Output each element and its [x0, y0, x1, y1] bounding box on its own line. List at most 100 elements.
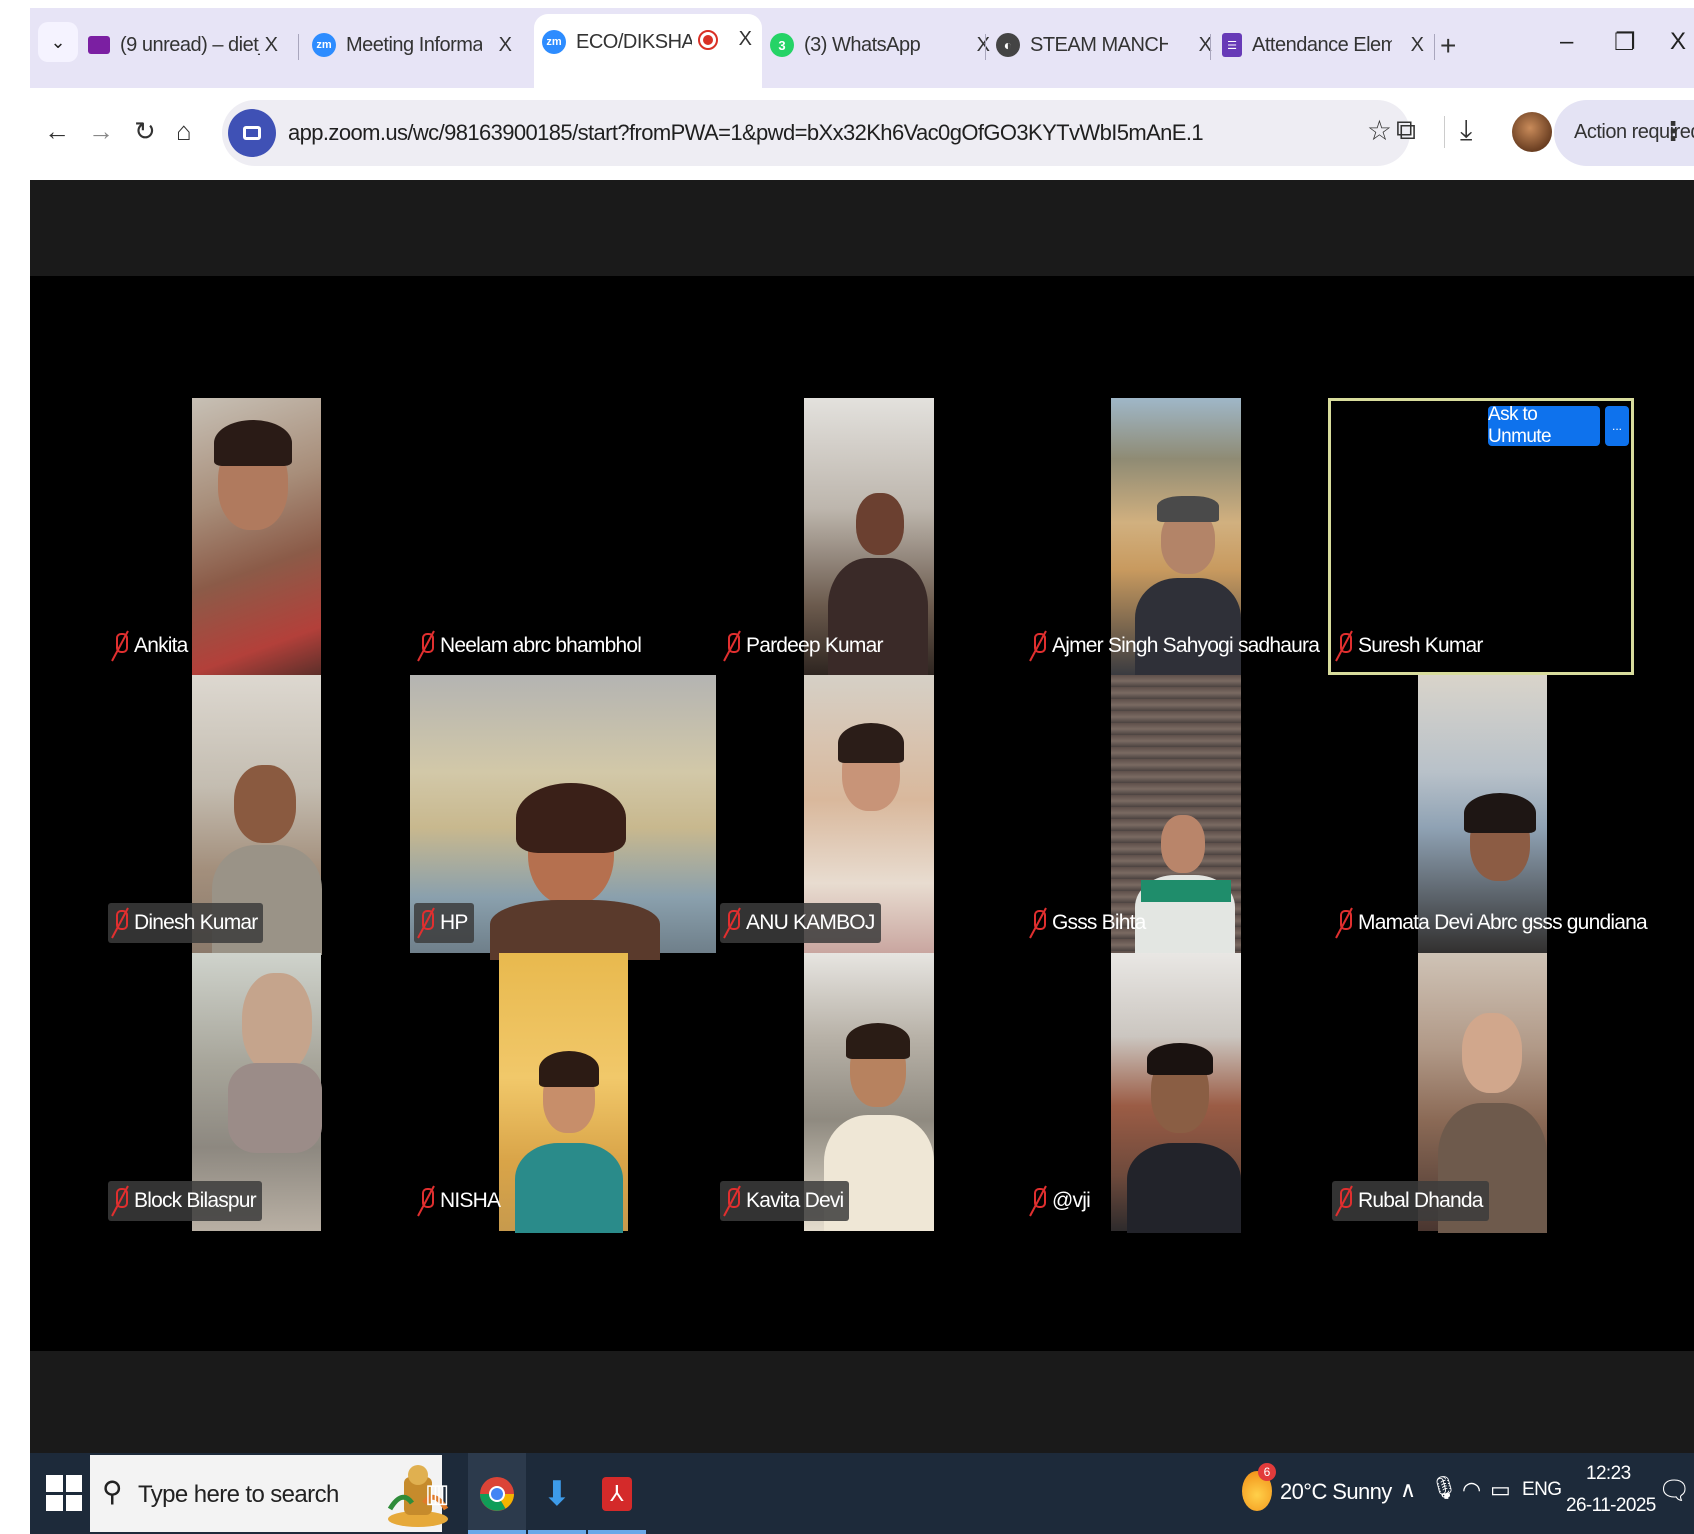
whatsapp-icon: 3	[770, 33, 794, 57]
tab-close-icon[interactable]: X	[499, 34, 512, 57]
face-shape	[234, 765, 296, 843]
muted-mic-icon	[724, 908, 740, 938]
notifications-icon[interactable]: 🗨	[1658, 1475, 1691, 1506]
screen: ⌄ (9 unread) – diet_tejli X zm Meeting I…	[0, 0, 1694, 1534]
face-shape	[242, 973, 312, 1073]
participant-name: Neelam abrc bhambhol	[440, 634, 642, 657]
participant-name: Block Bilaspur	[134, 1189, 257, 1212]
restore-button[interactable]: ❐	[1614, 28, 1636, 57]
tab-close-icon[interactable]: X	[739, 28, 752, 51]
muted-mic-icon	[1336, 631, 1352, 661]
downloads-arrow-icon[interactable]: ⬇	[528, 1453, 586, 1534]
participant-name: Gsss Bihta	[1052, 911, 1146, 934]
participant-name-label: HP	[414, 903, 474, 943]
show-hidden-icons-icon[interactable]: ∧	[1400, 1477, 1416, 1503]
clock-date[interactable]: 26-11-2025	[1566, 1495, 1656, 1517]
participant-name-label: Gsss Bihta	[1026, 903, 1152, 943]
close-window-button[interactable]: X	[1670, 28, 1686, 56]
muted-mic-icon	[112, 1186, 128, 1216]
hair-shape	[516, 783, 626, 853]
pdf-reader-icon: ⅄	[602, 1476, 632, 1511]
muted-mic-icon	[1030, 1186, 1046, 1216]
participant-name-label: Ajmer Singh Sahyogi sadhaura	[1026, 626, 1325, 666]
tab-attendance[interactable]: ☰ Attendance Elementa X	[1222, 18, 1434, 72]
download-icon[interactable]: ⤓	[1460, 114, 1472, 147]
bookmark-star-icon[interactable]: ☆	[1367, 114, 1392, 147]
muted-mic-icon	[724, 631, 740, 661]
taskbar-search-box[interactable]: ⚲ Type here to search	[90, 1455, 449, 1532]
weather-text[interactable]: 20°C Sunny	[1280, 1479, 1392, 1505]
video-tile-nisha[interactable]	[499, 953, 628, 1233]
battery-icon[interactable]: ▭	[1490, 1477, 1511, 1503]
muted-mic-icon	[418, 631, 434, 661]
browser-toolbar: ← → ↻ ⌂ app.zoom.us/wc/98163900185/start…	[30, 88, 1694, 180]
participant-name: @vji	[1052, 1189, 1091, 1212]
profile-avatar[interactable]	[1512, 112, 1552, 152]
extensions-icon[interactable]: ⧉	[1396, 114, 1416, 147]
kebab-menu-icon[interactable]: ⋮	[1660, 116, 1686, 147]
taskbar-chrome[interactable]	[468, 1453, 526, 1534]
participant-name: HP	[440, 911, 468, 934]
hair-shape	[214, 420, 292, 466]
tab-title: (3) WhatsApp	[804, 33, 921, 56]
forward-arrow-icon[interactable]: →	[88, 116, 114, 147]
tab-whatsapp[interactable]: 3 (3) WhatsApp X	[770, 18, 1000, 72]
action-required-button[interactable]: Action required ⋮	[1554, 100, 1694, 166]
participant-name: Rubal Dhanda	[1358, 1189, 1483, 1212]
task-view-icon[interactable]: ▥	[408, 1453, 466, 1534]
participant-name-label: Mamata Devi Abrc gsss gundiana	[1332, 903, 1653, 943]
search-icon: ⚲	[102, 1476, 123, 1507]
muted-mic-icon	[112, 631, 128, 661]
cap-shape	[1157, 496, 1219, 522]
clock-time[interactable]: 12:23	[1586, 1463, 1631, 1485]
home-icon[interactable]: ⌂	[176, 116, 192, 147]
muted-mic-icon	[1030, 908, 1046, 938]
muted-mic-icon	[112, 908, 128, 938]
tab-meeting-information[interactable]: zm Meeting Information X	[312, 18, 522, 72]
chrome-icon	[480, 1476, 514, 1511]
microphone-icon[interactable]: 🎙	[1430, 1475, 1458, 1501]
video-tile-ankita[interactable]	[192, 398, 321, 675]
site-info-icon[interactable]	[228, 109, 276, 157]
tab-eco-diksha-active[interactable]: zm ECO/DIKSHA Revi X	[534, 14, 762, 88]
video-tile-vji[interactable]	[1111, 953, 1241, 1233]
weather-badge: 6	[1258, 1463, 1276, 1481]
ask-to-unmute-button[interactable]: Ask to Unmute	[1488, 404, 1600, 447]
tab-gmail[interactable]: (9 unread) – diet_tejli X	[88, 18, 288, 72]
muted-mic-icon	[1336, 908, 1352, 938]
participant-name-label: Neelam abrc bhambhol	[414, 626, 647, 666]
zoom-icon: zm	[312, 33, 336, 57]
address-bar[interactable]: app.zoom.us/wc/98163900185/start?fromPWA…	[222, 100, 1410, 166]
left-margin	[0, 0, 30, 1534]
tab-title: ECO/DIKSHA Revi	[576, 30, 692, 53]
participant-name: NISHA	[440, 1189, 501, 1212]
tab-search-chevron-icon[interactable]: ⌄	[38, 22, 78, 62]
reload-icon[interactable]: ↻	[134, 116, 156, 147]
hair-shape	[539, 1051, 599, 1087]
taskbar-acrobat[interactable]: ⅄	[588, 1453, 646, 1534]
hair-shape	[1147, 1043, 1213, 1075]
muted-mic-icon	[418, 908, 434, 938]
tab-close-icon[interactable]: X	[977, 34, 990, 57]
language-indicator[interactable]: ENG	[1522, 1479, 1562, 1501]
globe-icon: ◐	[996, 33, 1020, 57]
windows-taskbar: ⚲ Type here to search ▥ ⬇ ⅄ 6 20°C Sunny…	[30, 1453, 1694, 1534]
participant-name: Suresh Kumar	[1358, 634, 1483, 657]
tab-steam-manch[interactable]: ◐ STEAM MANCH DAIL X	[996, 18, 1222, 72]
new-tab-button[interactable]: +	[1440, 30, 1456, 62]
tab-title: STEAM MANCH DAIL	[1030, 33, 1168, 56]
tab-title: (9 unread) – diet_tejli	[120, 33, 260, 56]
participant-name: Ajmer Singh Sahyogi sadhaura	[1052, 634, 1320, 657]
body-shape	[1127, 1143, 1241, 1233]
body-shape	[515, 1143, 623, 1233]
url-text[interactable]: app.zoom.us/wc/98163900185/start?fromPWA…	[288, 120, 1204, 146]
participant-name-label: NISHA	[414, 1181, 506, 1221]
tile-more-button[interactable]: ...	[1605, 406, 1629, 446]
tab-close-icon[interactable]: X	[1411, 34, 1424, 57]
network-icon[interactable]: ◠	[1462, 1477, 1481, 1503]
back-arrow-icon[interactable]: ←	[44, 116, 70, 147]
tab-close-icon[interactable]: X	[265, 34, 278, 57]
windows-start-icon[interactable]	[46, 1475, 82, 1511]
minimize-button[interactable]: –	[1560, 28, 1573, 56]
face-shape	[856, 493, 904, 555]
